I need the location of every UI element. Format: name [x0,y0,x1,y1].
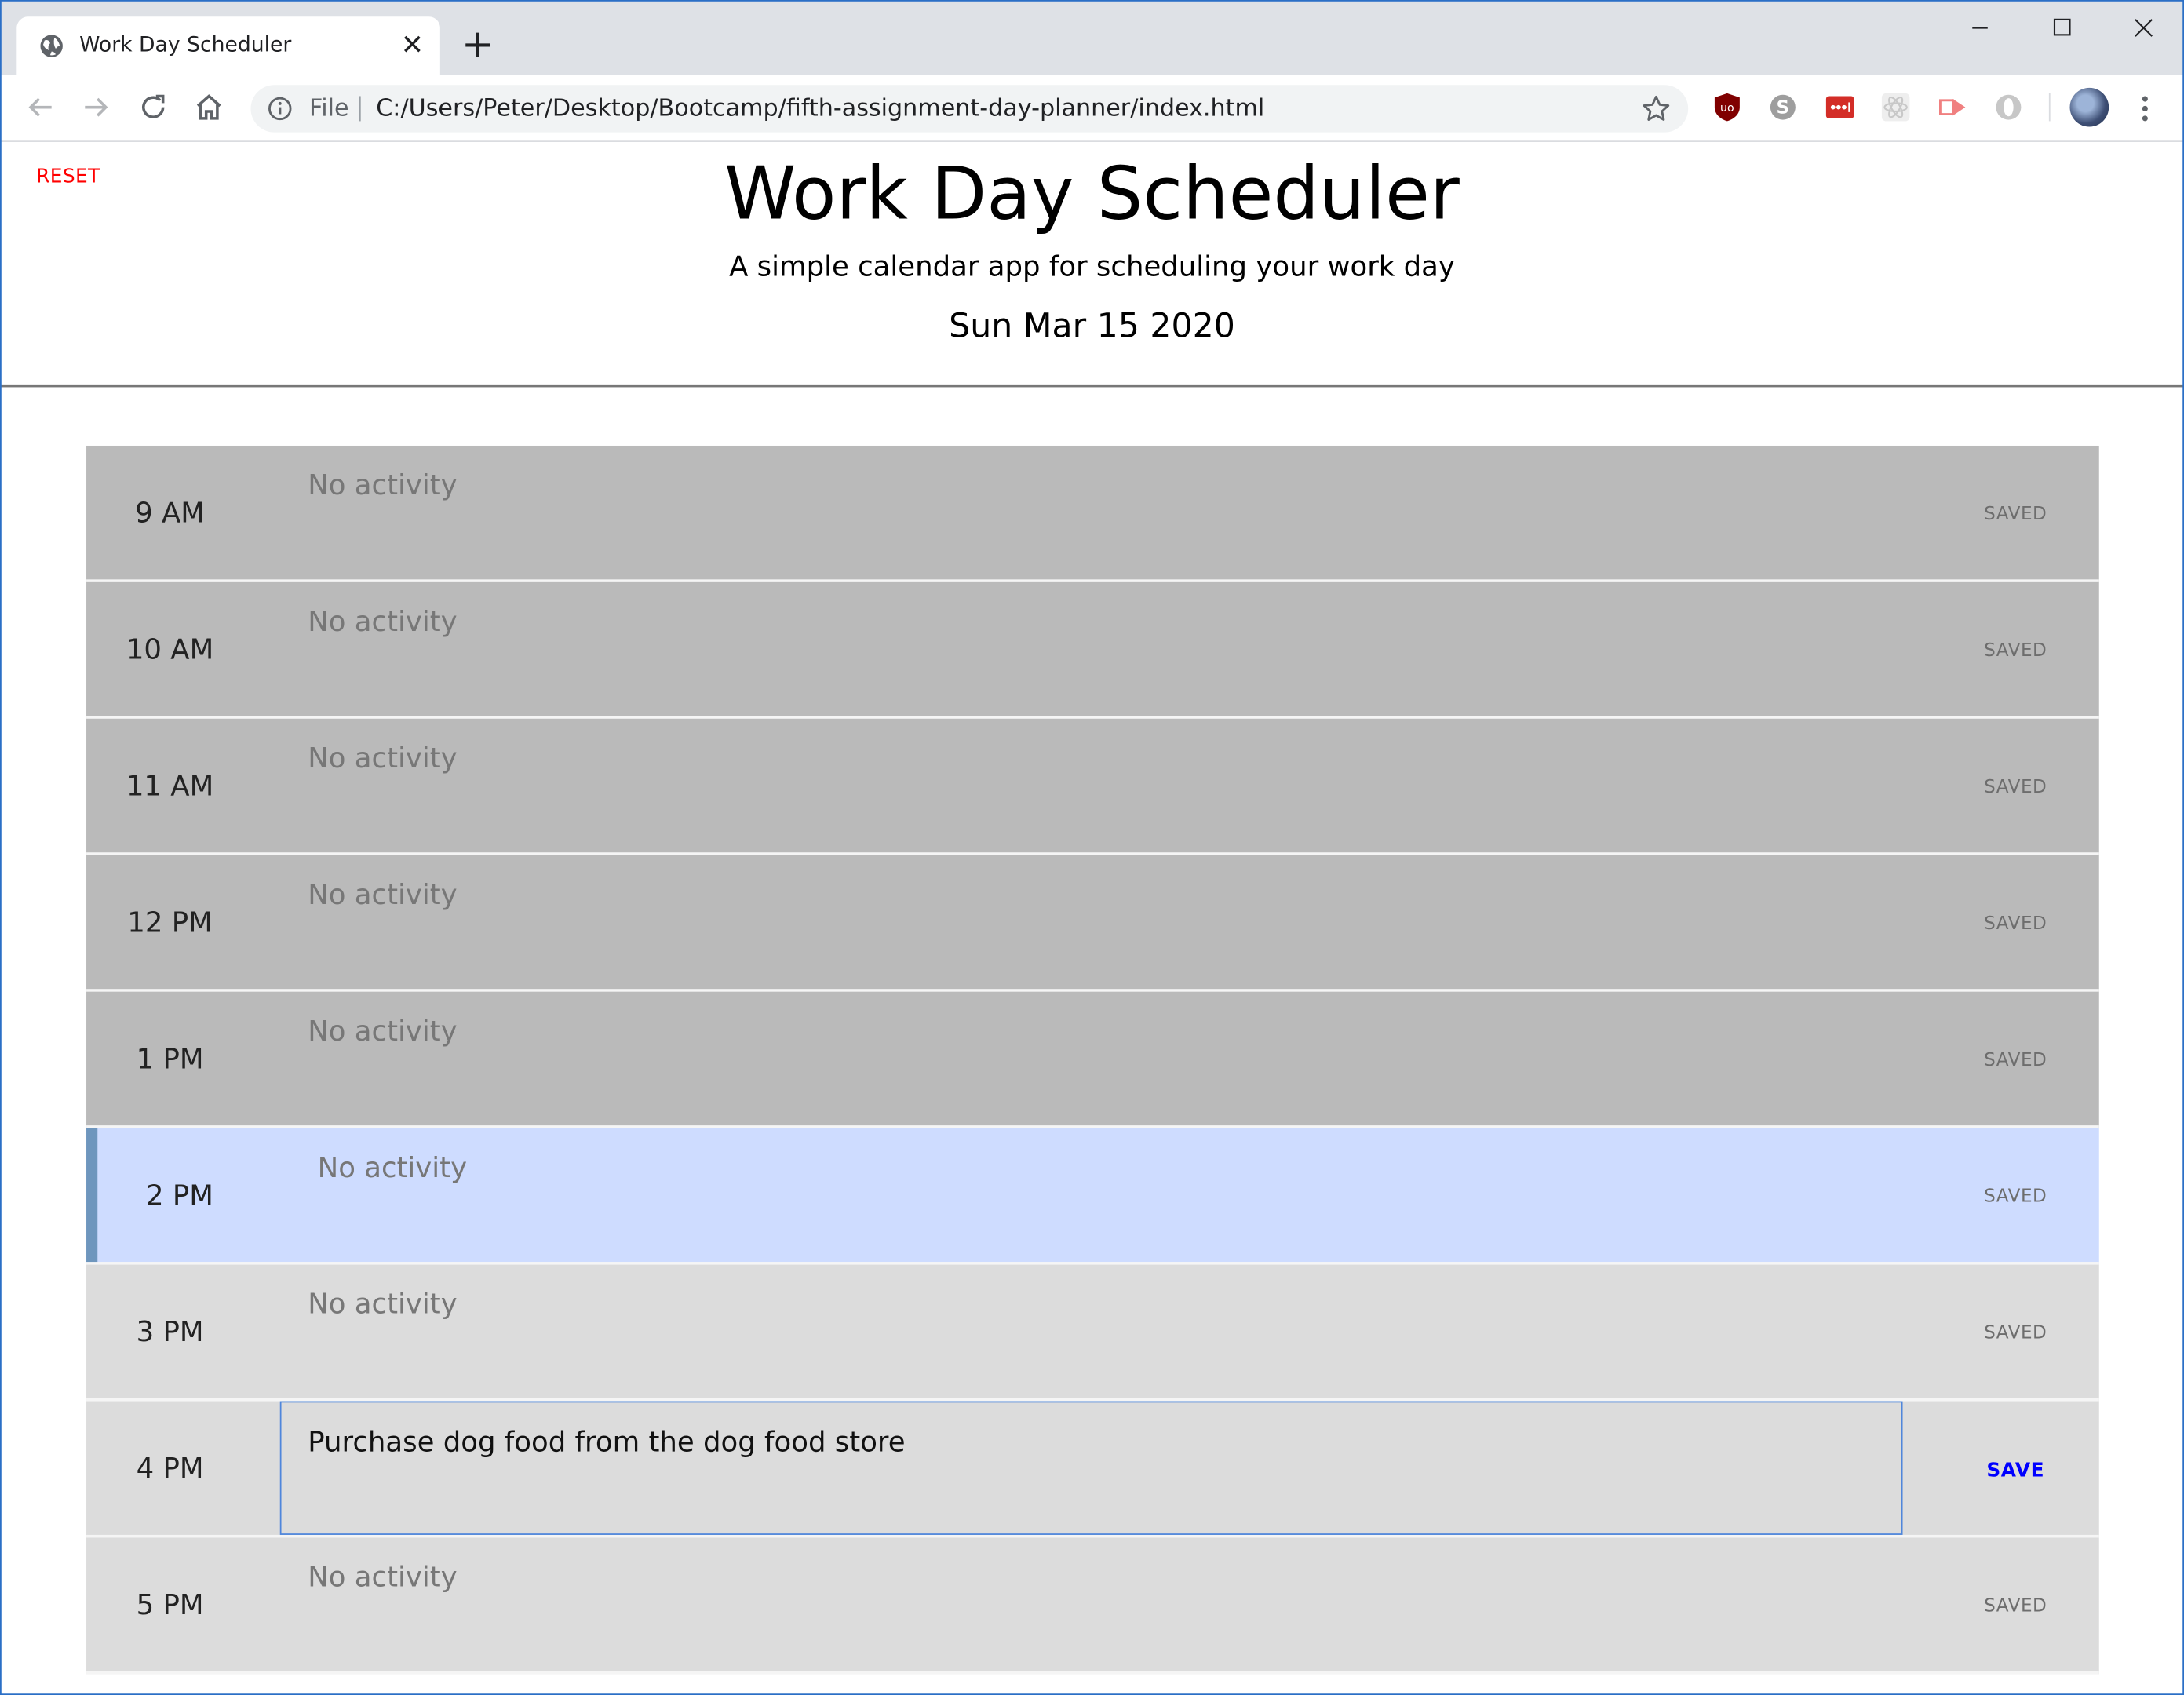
time-block-row: 12 PM No activity SAVED [86,855,2099,992]
hour-label: 10 AM [126,632,214,666]
saved-status: SAVED [1984,504,2047,526]
current-date: Sun Mar 15 2020 [949,306,1235,346]
toolbar-separator [2048,93,2051,122]
browser-toolbar: File C:/Users/Peter/Desktop/Bootcamp/fif… [0,75,2184,143]
hour-label: 5 PM [136,1587,204,1621]
activity-text[interactable]: No activity [318,1150,1905,1184]
url-text[interactable]: C:/Users/Peter/Desktop/Bootcamp/fifth-as… [376,95,1264,122]
activity-text[interactable]: No activity [308,1014,1895,1048]
saved-status: SAVED [1984,1050,2047,1071]
lastpass-icon[interactable] [1825,92,1855,122]
activity-input[interactable]: Purchase dog food from the dog food stor… [279,1401,1903,1535]
address-bar[interactable]: File C:/Users/Peter/Desktop/Bootcamp/fif… [250,85,1689,133]
activity-text[interactable]: No activity [308,604,1895,638]
time-block-row: 11 AM No activity SAVED [86,718,2099,855]
activity-text: Purchase dog food from the dog food stor… [308,1424,906,1459]
hour-label: 1 PM [136,1041,204,1076]
reload-icon[interactable] [137,90,170,124]
globe-icon [40,35,63,57]
new-tab-button[interactable]: + [461,24,494,64]
scheme-label: File [309,94,349,123]
activity-text[interactable]: No activity [308,1560,1895,1594]
kebab-menu-icon[interactable] [2131,92,2159,126]
svg-text:uo: uo [1720,102,1734,115]
time-block-row: 2 PM No activity SAVED [86,1128,2099,1265]
hour-label: 3 PM [136,1314,204,1349]
page-subtitle: A simple calendar app for scheduling you… [729,249,1455,283]
profile-avatar[interactable] [2069,87,2109,127]
forward-arrow-icon[interactable] [79,90,113,124]
hour-label: 12 PM [127,905,213,939]
saved-status: SAVED [1984,913,2047,935]
skype-icon[interactable]: S [1767,92,1798,122]
saved-status: SAVED [1984,640,2047,662]
time-block-row: 1 PM No activity SAVED [86,991,2099,1128]
bookmark-star-icon[interactable] [1641,93,1672,124]
time-block-row: 9 AM No activity SAVED [86,445,2099,582]
title-bar: Work Day Scheduler ✕ + [0,0,2184,75]
saved-status: SAVED [1984,1596,2047,1617]
maximize-icon[interactable] [2029,9,2094,48]
activity-text[interactable]: No activity [308,741,1895,775]
minimize-icon[interactable] [1947,9,2011,48]
close-window-icon[interactable] [2112,9,2176,48]
hour-label: 11 AM [126,768,214,803]
info-icon[interactable] [268,96,293,121]
opera-icon[interactable] [1993,92,2024,122]
time-block-row: 4 PM Purchase dog food from the dog food … [86,1401,2099,1538]
hour-label: 2 PM [146,1178,213,1212]
react-devtools-icon[interactable] [1880,92,1911,122]
saved-status: SAVED [1984,777,2047,799]
header-jumbotron: Work Day Scheduler A simple calendar app… [0,142,2184,388]
reset-button[interactable]: RESET [36,166,100,188]
svg-text:S: S [1777,98,1790,118]
activity-text[interactable]: No activity [308,1287,1895,1321]
browser-tab[interactable]: Work Day Scheduler ✕ [16,16,440,75]
time-block-row: 3 PM No activity SAVED [86,1264,2099,1402]
saved-status: SAVED [1984,1186,2047,1208]
schedule-list: 9 AM No activity SAVED 10 AM No activity SAVE… [86,445,2099,1675]
activity-text[interactable]: No activity [308,877,1895,911]
home-icon[interactable] [192,90,226,124]
tab-title: Work Day Scheduler [79,31,292,57]
save-button[interactable]: SAVE [1960,1402,2071,1535]
hour-label: 9 AM [135,495,205,530]
cast-icon[interactable] [1938,92,1968,122]
time-block-row: 10 AM No activity SAVED [86,581,2099,719]
page-title: Work Day Scheduler [724,153,1460,237]
address-separator [359,96,361,122]
ublock-icon[interactable]: uo [1712,92,1742,122]
tab-close-icon[interactable]: ✕ [399,29,426,60]
saved-status: SAVED [1984,1323,2047,1344]
hour-label: 4 PM [136,1451,204,1485]
activity-text[interactable]: No activity [308,468,1895,501]
time-block-row: 5 PM No activity SAVED [86,1537,2099,1675]
back-arrow-icon[interactable] [24,90,57,124]
browser-window: Work Day Scheduler ✕ + File C:/Users/Pet… [0,0,2184,1695]
page-content: Work Day Scheduler A simple calendar app… [0,142,2184,1695]
